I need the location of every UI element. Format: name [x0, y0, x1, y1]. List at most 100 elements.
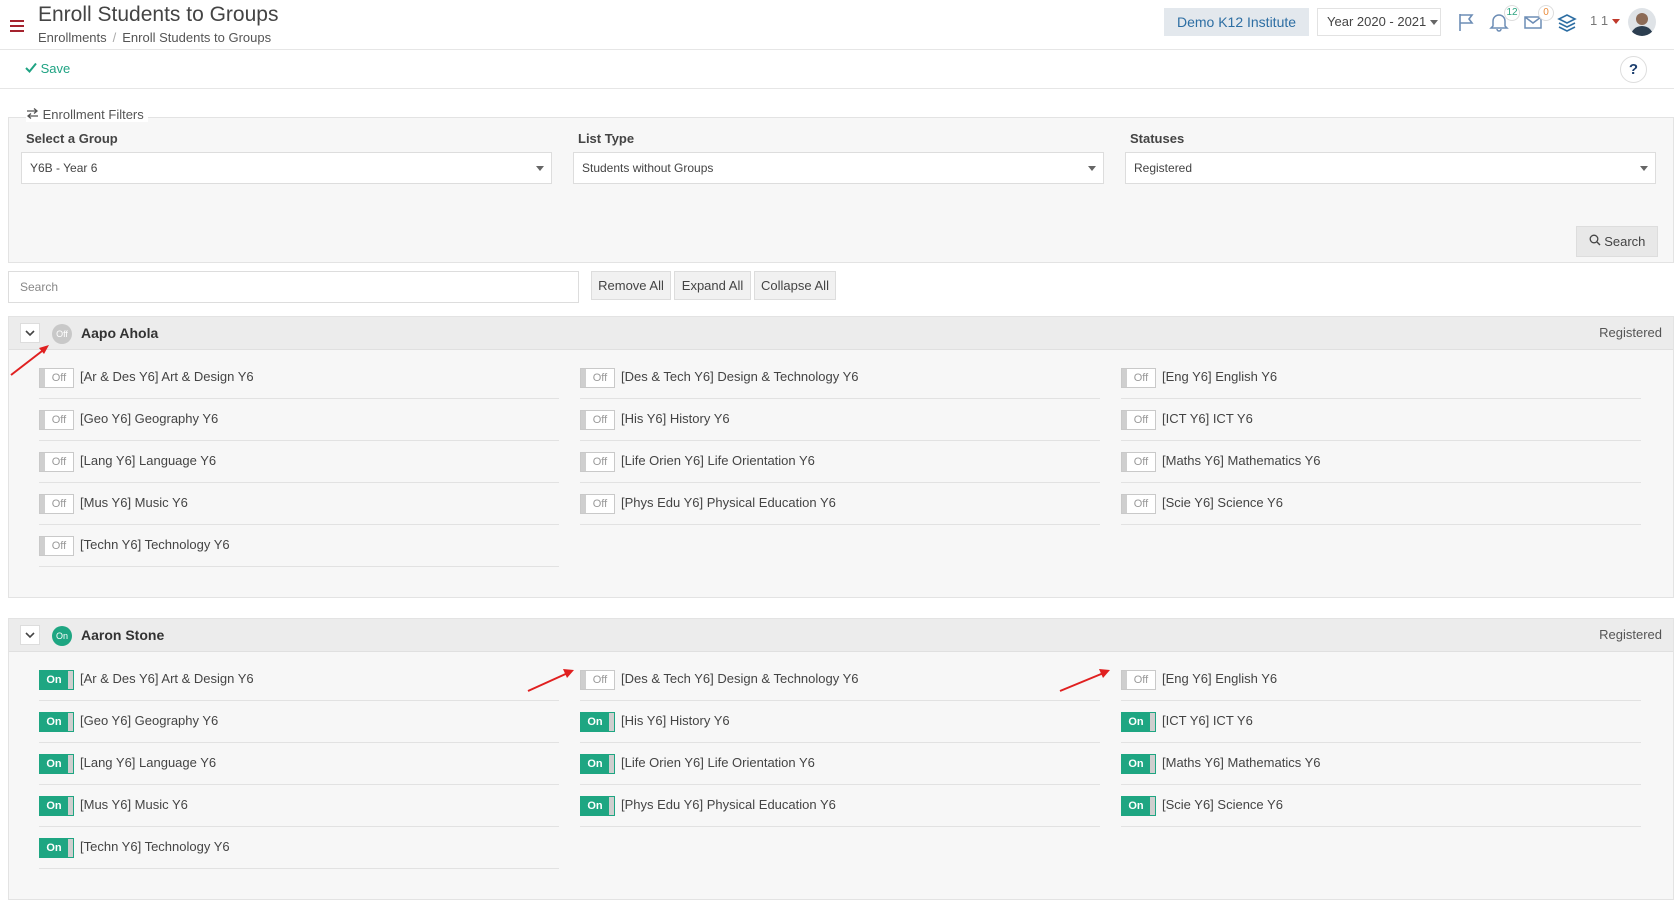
group-select[interactable]: Y6B - Year 6	[21, 152, 552, 184]
breadcrumb-current: Enroll Students to Groups	[122, 30, 272, 45]
course-label: [His Y6] History Y6	[621, 411, 730, 426]
institute-button[interactable]: Demo K12 Institute	[1164, 8, 1309, 36]
expand-all-button[interactable]: Expand All	[674, 271, 751, 300]
statuses-label: Statuses	[1130, 131, 1185, 146]
course-toggle-state: Off	[1133, 674, 1149, 686]
remove-all-button[interactable]: Remove All	[591, 271, 671, 300]
messages-button[interactable]: 0	[1522, 5, 1554, 33]
course-label: [Geo Y6] Geography Y6	[80, 411, 219, 426]
course-item: On [Ar & Des Y6] Art & Design Y6	[39, 659, 559, 701]
course-toggle-switch[interactable]: On	[580, 754, 615, 774]
annotation-arrow-icon	[1059, 669, 1110, 692]
course-label: [Maths Y6] Mathematics Y6	[1162, 453, 1321, 468]
collapse-toggle-button[interactable]	[20, 625, 40, 645]
enrollment-filters-panel	[8, 117, 1674, 263]
course-toggle-switch[interactable]: Off	[580, 368, 615, 388]
student-panel: On Aaron Stone Registered On [Ar & Des Y6] A…	[8, 618, 1674, 900]
course-toggle-switch[interactable]: Off	[580, 452, 615, 472]
course-toggle-switch[interactable]: Off	[1121, 368, 1156, 388]
list-type-label: List Type	[578, 131, 635, 146]
chevron-down-icon	[25, 330, 35, 337]
breadcrumb: Enrollments / Enroll Students to Groups	[38, 30, 272, 45]
collapse-toggle-button[interactable]	[20, 323, 40, 343]
course-toggle-switch[interactable]: On	[1121, 754, 1156, 774]
student-enroll-toggle[interactable]: Off	[52, 324, 72, 344]
course-toggle-state: Off	[592, 372, 608, 384]
course-item: Off [Mus Y6] Music Y6	[39, 483, 559, 525]
avatar[interactable]	[1628, 8, 1656, 36]
course-label: [Life Orien Y6] Life Orientation Y6	[621, 453, 815, 468]
course-toggle-switch[interactable]: On	[1121, 796, 1156, 816]
course-toggle-switch[interactable]: Off	[1121, 670, 1156, 690]
course-item: Off [Eng Y6] English Y6	[1121, 357, 1641, 399]
course-toggle-state: Off	[592, 414, 608, 426]
course-toggle-switch[interactable]: Off	[1121, 410, 1156, 430]
course-toggle-switch[interactable]: Off	[39, 410, 74, 430]
course-toggle-state: On	[46, 800, 62, 812]
list-type-select[interactable]: Students without Groups	[573, 152, 1104, 184]
course-toggle-state: On	[587, 800, 603, 812]
course-toggle-switch[interactable]: On	[39, 754, 74, 774]
breadcrumb-enrollments[interactable]: Enrollments	[38, 30, 107, 45]
course-label: [ICT Y6] ICT Y6	[1162, 713, 1253, 728]
list-type-select-value: Students without Groups	[582, 161, 714, 175]
course-toggle-state: Off	[1133, 414, 1149, 426]
layers-icon[interactable]	[1556, 11, 1578, 33]
flag-icon[interactable]	[1455, 11, 1477, 33]
course-item: On [Techn Y6] Technology Y6	[39, 827, 559, 869]
course-toggle-state: On	[46, 674, 62, 686]
course-label: [His Y6] History Y6	[621, 713, 730, 728]
annotation-arrow-icon	[10, 345, 49, 376]
year-select[interactable]: Year 2020 - 2021	[1317, 8, 1441, 36]
course-toggle-switch[interactable]: Off	[39, 494, 74, 514]
chevron-down-icon	[536, 166, 544, 171]
course-toggle-state: On	[587, 716, 603, 728]
course-toggle-switch[interactable]: Off	[1121, 452, 1156, 472]
course-toggle-switch[interactable]: Off	[1121, 494, 1156, 514]
course-toggle-switch[interactable]: Off	[39, 536, 74, 556]
course-toggle-state: On	[46, 758, 62, 770]
search-button[interactable]: Search	[1576, 226, 1658, 257]
course-toggle-state: Off	[51, 456, 67, 468]
course-toggle-switch[interactable]: On	[39, 712, 74, 732]
course-toggle-state: Off	[592, 456, 608, 468]
student-status: Registered	[1599, 325, 1662, 340]
save-button[interactable]: Save	[25, 61, 70, 76]
course-toggle-switch[interactable]: Off	[580, 494, 615, 514]
course-toggle-state: On	[46, 842, 62, 854]
exchange-icon	[26, 108, 39, 119]
student-search-input[interactable]: Search	[8, 271, 579, 303]
student-panel: Off Aapo Ahola Registered Off [Ar & Des Y6] …	[8, 316, 1674, 598]
course-toggle-state: Off	[51, 540, 67, 552]
course-toggle-switch[interactable]: Off	[580, 410, 615, 430]
course-item: On [Phys Edu Y6] Physical Education Y6	[580, 785, 1100, 827]
notifications-button[interactable]: 12	[1488, 5, 1520, 33]
user-menu[interactable]: 1 1	[1590, 13, 1621, 28]
statuses-select[interactable]: Registered	[1125, 152, 1656, 184]
course-toggle-switch[interactable]: Off	[580, 670, 615, 690]
course-label: [Geo Y6] Geography Y6	[80, 713, 219, 728]
messages-badge: 0	[1538, 5, 1554, 21]
help-button[interactable]: ?	[1620, 56, 1647, 83]
course-toggle-state: Off	[592, 498, 608, 510]
course-toggle-switch[interactable]: On	[39, 838, 74, 858]
course-item: Off [Ar & Des Y6] Art & Design Y6	[39, 357, 559, 399]
course-item: Off [ICT Y6] ICT Y6	[1121, 399, 1641, 441]
course-label: [Phys Edu Y6] Physical Education Y6	[621, 797, 836, 812]
course-toggle-switch[interactable]: On	[39, 670, 74, 690]
menu-icon[interactable]	[10, 20, 24, 32]
course-toggle-switch[interactable]: On	[580, 796, 615, 816]
student-enroll-toggle[interactable]: On	[52, 626, 72, 646]
course-label: [Scie Y6] Science Y6	[1162, 797, 1283, 812]
collapse-all-button[interactable]: Collapse All	[754, 271, 836, 300]
course-toggle-switch[interactable]: On	[39, 796, 74, 816]
course-item: On [His Y6] History Y6	[580, 701, 1100, 743]
course-toggle-switch[interactable]: Off	[39, 452, 74, 472]
course-toggle-state: Off	[51, 498, 67, 510]
course-label: [Mus Y6] Music Y6	[80, 495, 188, 510]
course-item: Off [Scie Y6] Science Y6	[1121, 483, 1641, 525]
course-label: [Des & Tech Y6] Design & Technology Y6	[621, 369, 859, 384]
group-select-value: Y6B - Year 6	[30, 161, 98, 175]
course-toggle-switch[interactable]: On	[1121, 712, 1156, 732]
course-toggle-switch[interactable]: On	[580, 712, 615, 732]
